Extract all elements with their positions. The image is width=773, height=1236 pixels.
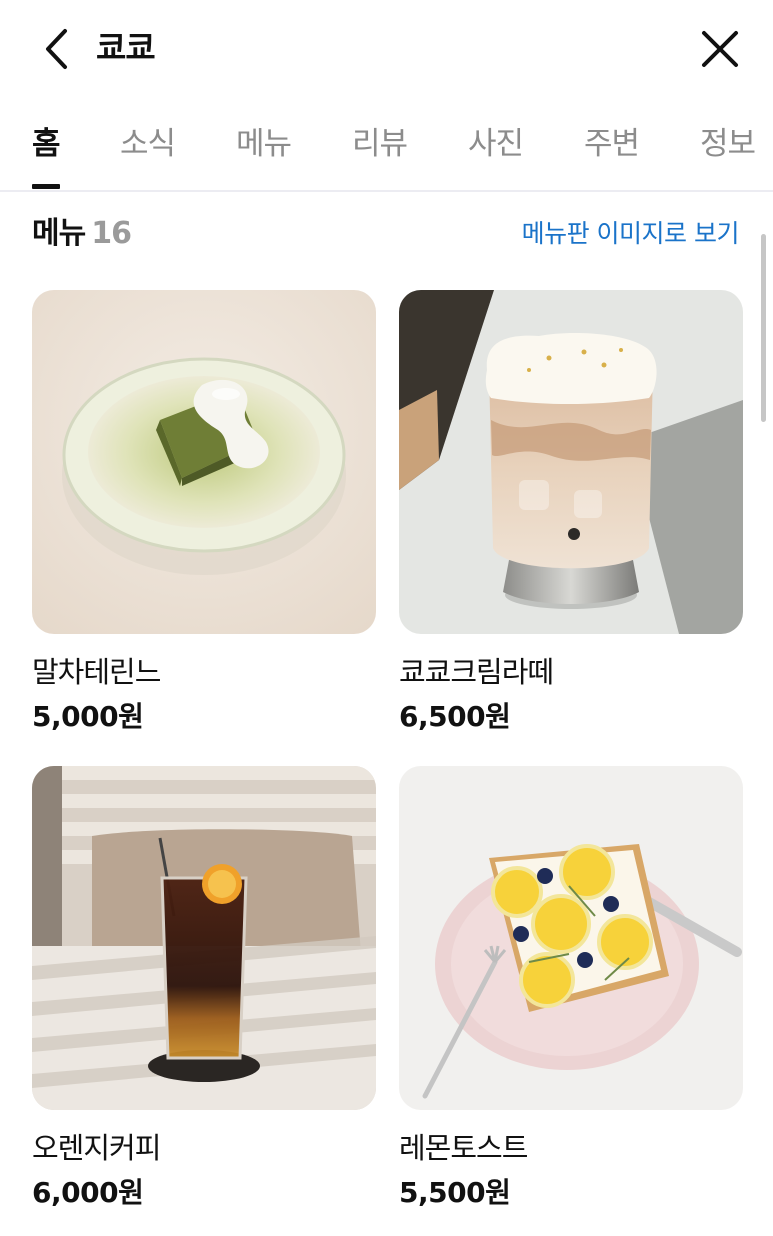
menu-item-name: 오렌지커피 <box>32 1131 161 1165</box>
menu-item-price: 6,500원 <box>399 700 511 733</box>
close-icon <box>702 31 738 67</box>
page-title: 쿄쿄 <box>96 28 156 67</box>
tab-home[interactable]: 홈 <box>32 122 61 166</box>
menu-photo-orange-coffee <box>32 766 376 1110</box>
menu-section-header: 메뉴 16 메뉴판 이미지로 보기 <box>0 192 773 276</box>
menu-item-price: 5,000원 <box>32 700 144 733</box>
tab-news[interactable]: 소식 <box>120 122 176 166</box>
menu-count: 16 <box>91 216 132 251</box>
menu-item-price: 5,500원 <box>399 1176 511 1209</box>
active-tab-indicator <box>32 184 60 189</box>
menu-item-price: 6,000원 <box>32 1176 144 1209</box>
chevron-left-icon <box>46 29 67 69</box>
menu-photo-matcha-terrine <box>32 290 376 634</box>
menu-item-name: 쿄쿄크림라떼 <box>399 655 554 689</box>
menu-section-label: 메뉴 <box>32 216 86 251</box>
tab-info[interactable]: 정보 <box>700 122 756 166</box>
menu-card-lemon-toast[interactable]: 레몬토스트 5,500원 <box>399 766 743 1212</box>
tab-bar: 홈 소식 메뉴 리뷰 사진 주변 정보 <box>0 100 773 192</box>
menu-photo-lemon-toast <box>399 766 743 1110</box>
menu-photo-cream-latte <box>399 290 743 634</box>
back-button[interactable] <box>34 24 78 74</box>
scrollbar[interactable] <box>761 234 766 422</box>
menu-section-title: 메뉴 16 <box>32 212 132 256</box>
tab-menu[interactable]: 메뉴 <box>236 122 292 166</box>
menu-board-image-link[interactable]: 메뉴판 이미지로 보기 <box>522 216 740 252</box>
tab-photos[interactable]: 사진 <box>468 122 524 166</box>
menu-card-orange-coffee[interactable]: 오렌지커피 6,000원 <box>32 766 376 1212</box>
menu-card-matcha-terrine[interactable]: 말차테린느 5,000원 <box>32 290 376 736</box>
close-button[interactable] <box>697 26 743 72</box>
tab-reviews[interactable]: 리뷰 <box>352 122 408 166</box>
tab-nearby[interactable]: 주변 <box>584 122 640 166</box>
menu-card-cream-latte[interactable]: 쿄쿄크림라떼 6,500원 <box>399 290 743 736</box>
top-bar: 쿄쿄 <box>0 0 773 100</box>
menu-item-name: 레몬토스트 <box>399 1131 528 1165</box>
menu-item-name: 말차테린느 <box>32 655 161 689</box>
